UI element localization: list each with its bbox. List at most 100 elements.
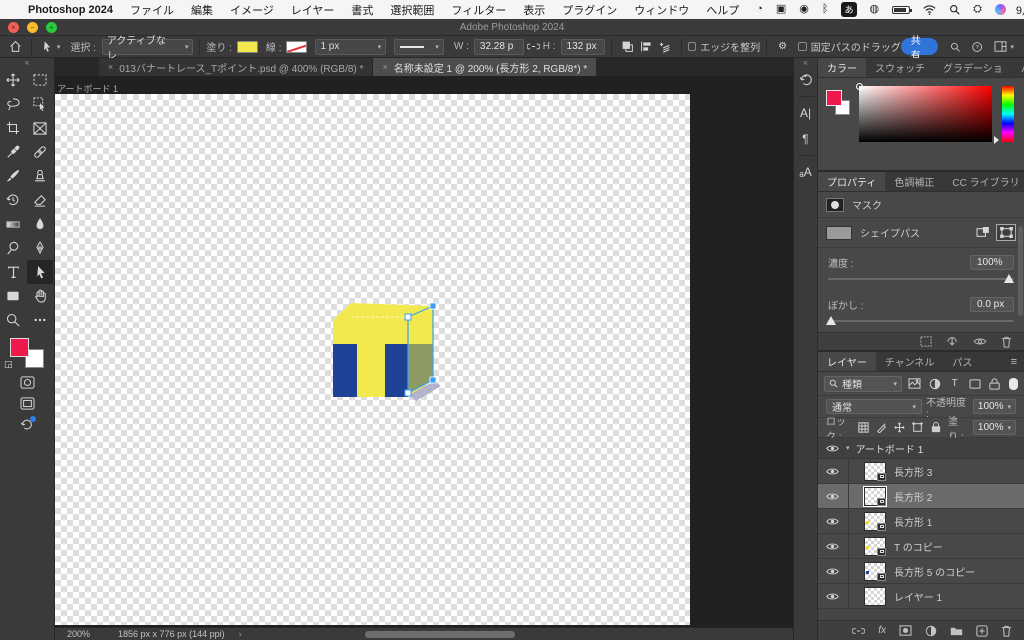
layer-thumbnail[interactable]: [863, 485, 887, 507]
gear-icon[interactable]: ⚙: [773, 38, 792, 56]
filter-pixel-layers-icon[interactable]: [907, 378, 922, 389]
hue-slider[interactable]: [1002, 86, 1014, 142]
new-layer-icon[interactable]: [976, 624, 988, 637]
tab-patterns[interactable]: パターン: [1012, 58, 1024, 77]
crop-tool[interactable]: [0, 116, 26, 140]
menu-window[interactable]: ウィンドウ: [634, 2, 689, 18]
user-status-icon[interactable]: ◍: [870, 4, 880, 15]
select-mode-dropdown[interactable]: アクティブなレ… ▾: [101, 36, 194, 62]
tab-paths[interactable]: パス: [943, 352, 981, 371]
layer-name[interactable]: 長方形 1: [894, 514, 932, 529]
artboard[interactable]: [55, 94, 690, 625]
lasso-tool[interactable]: [0, 92, 26, 116]
tab-color[interactable]: カラー: [818, 58, 866, 77]
layer-row[interactable]: レイヤー 1: [818, 584, 1024, 609]
workspace-switcher-icon[interactable]: [994, 41, 1007, 52]
play-status-icon[interactable]: ◉: [799, 4, 809, 15]
character-panel-icon[interactable]: A|: [795, 100, 817, 126]
close-window-button[interactable]: ×: [8, 22, 19, 33]
type-tool[interactable]: [0, 260, 26, 284]
canvas-area[interactable]: アートボード 1: [55, 76, 793, 627]
tab-swatches[interactable]: スウォッチ: [866, 58, 934, 77]
path-arrangement-icon[interactable]: [656, 38, 675, 56]
filter-smart-objects-icon[interactable]: [987, 377, 1002, 390]
history-panel-icon[interactable]: [795, 67, 817, 93]
screen-mirroring-status-icon[interactable]: ▣: [776, 4, 786, 15]
layer-thumbnail[interactable]: [864, 461, 886, 481]
shape-tool[interactable]: [0, 284, 26, 308]
search-icon[interactable]: [950, 41, 960, 53]
close-tab-icon[interactable]: ×: [108, 62, 113, 72]
collapse-group-chevron-icon[interactable]: ▾: [846, 444, 850, 452]
layer-name[interactable]: レイヤー 1: [894, 589, 942, 604]
help-icon[interactable]: ?: [972, 41, 983, 53]
link-layers-icon[interactable]: [852, 627, 866, 635]
vector-mask-icon[interactable]: [996, 224, 1016, 241]
artboard-name[interactable]: アートボード 1: [856, 441, 924, 456]
strip-collapse-icon[interactable]: «: [803, 58, 807, 67]
feather-slider[interactable]: [826, 316, 1014, 325]
gradient-tool[interactable]: [0, 212, 26, 236]
layer-thumbnail[interactable]: [864, 561, 886, 581]
zoom-level[interactable]: 200%: [67, 629, 90, 639]
tab-properties[interactable]: プロパティ: [818, 172, 886, 191]
tool-preset-chevron-icon[interactable]: ▾: [57, 43, 61, 51]
zoom-tool[interactable]: [0, 308, 26, 332]
menu-plugins[interactable]: プラグイン: [562, 2, 617, 18]
clone-stamp-tool[interactable]: [27, 164, 53, 188]
visibility-eye-icon[interactable]: [824, 492, 840, 501]
control-center-status-icon[interactable]: ⛭: [973, 4, 982, 15]
layer-name[interactable]: 長方形 3: [894, 464, 932, 479]
properties-scrollbar[interactable]: [1018, 226, 1023, 316]
layer-row-selected[interactable]: 長方形 2: [818, 484, 1024, 509]
lock-artboard-icon[interactable]: [912, 422, 923, 433]
stroke-color-swatch[interactable]: [286, 40, 308, 53]
layer-name[interactable]: 長方形 5 のコピー: [894, 564, 975, 579]
foreground-color-swatch[interactable]: [10, 338, 29, 357]
density-value-input[interactable]: 100%: [970, 255, 1014, 270]
visibility-eye-icon[interactable]: [824, 517, 840, 526]
layer-row[interactable]: 長方形 1: [818, 509, 1024, 534]
frame-tool[interactable]: [27, 116, 53, 140]
menu-filter[interactable]: フィルター: [451, 2, 506, 18]
add-mask-icon[interactable]: [899, 625, 912, 636]
input-source-status-icon[interactable]: あ: [841, 2, 857, 17]
tab-layers[interactable]: レイヤー: [818, 352, 876, 371]
document-tab-active[interactable]: × 名称未設定 1 @ 200% (長方形 2, RGB/8*) *: [373, 58, 597, 76]
visibility-eye-icon[interactable]: [824, 444, 840, 453]
path-selection-tool-preset-icon[interactable]: [38, 38, 57, 56]
path-operations-icon[interactable]: [618, 38, 637, 56]
hand-tool[interactable]: [27, 284, 53, 308]
tab-channels[interactable]: チャンネル: [876, 352, 944, 371]
status-chevron-icon[interactable]: ›: [239, 629, 242, 639]
menu-select[interactable]: 選択範囲: [390, 2, 434, 18]
eraser-tool[interactable]: [27, 188, 53, 212]
wifi-status-icon[interactable]: [923, 4, 936, 15]
constrain-path-drag-checkbox[interactable]: [798, 42, 807, 51]
lock-pixels-icon[interactable]: [876, 422, 887, 433]
swap-colors-icon[interactable]: ◲: [4, 359, 13, 370]
lock-transparency-icon[interactable]: [858, 422, 869, 433]
blur-tool[interactable]: [27, 212, 53, 236]
visibility-eye-icon[interactable]: [824, 567, 840, 576]
lock-position-icon[interactable]: [894, 422, 905, 433]
share-button[interactable]: 共有: [900, 36, 938, 62]
menu-image[interactable]: イメージ: [230, 2, 274, 18]
rotate-view-icon[interactable]: [20, 416, 36, 435]
visibility-eye-icon[interactable]: [824, 592, 840, 601]
close-tab-icon[interactable]: ×: [382, 62, 387, 72]
paragraph-panel-icon[interactable]: ¶: [795, 126, 817, 152]
screen-mode-icon[interactable]: [19, 397, 35, 410]
layer-thumbnail[interactable]: [864, 536, 886, 556]
spotlight-search-status-icon[interactable]: [949, 4, 960, 15]
panel-menu-icon[interactable]: ≡: [1004, 352, 1024, 371]
stroke-style-dropdown[interactable]: ▾: [394, 38, 444, 55]
workspace-chevron-icon[interactable]: ▾: [1010, 43, 1014, 51]
foreground-color-swatch[interactable]: [826, 90, 842, 106]
layer-row[interactable]: 長方形 5 のコピー: [818, 559, 1024, 584]
minimize-window-button[interactable]: −: [27, 22, 38, 33]
rectangular-marquee-tool[interactable]: [27, 68, 53, 92]
delete-mask-trash-icon[interactable]: [1001, 336, 1012, 348]
brush-tool[interactable]: [0, 164, 26, 188]
apply-mask-icon[interactable]: [946, 336, 959, 347]
